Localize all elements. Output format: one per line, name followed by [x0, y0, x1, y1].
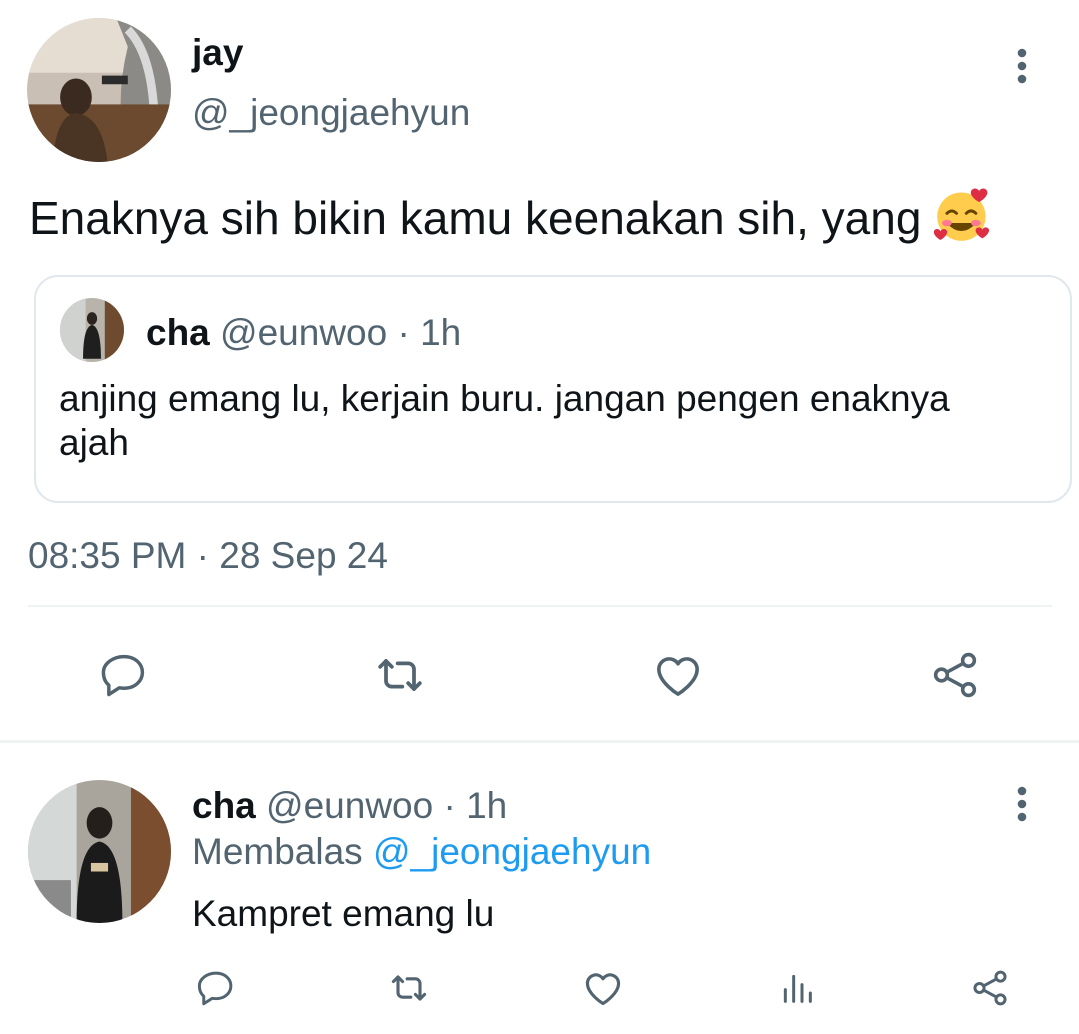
quoted-tweet-header: cha @eunwoo · 1h [146, 311, 461, 355]
quoted-tweet-text: anjing emang lu, kerjain buru. jangan pe… [59, 378, 950, 463]
reply-handle[interactable]: @eunwoo [266, 785, 433, 826]
views-icon[interactable] [774, 965, 820, 1011]
reply-author-avatar[interactable] [28, 780, 171, 923]
reply-retweet-icon[interactable] [386, 965, 432, 1011]
author-display-name[interactable]: jay [192, 30, 243, 76]
tweet-text: Enaknya sih bikin kamu keenakan sih, yan… [29, 186, 992, 248]
reply-icon[interactable] [94, 645, 154, 705]
replying-to-line: Membalas @_jeongjaehyun [192, 830, 651, 874]
reply-reply-icon[interactable] [193, 965, 239, 1011]
author-avatar[interactable] [27, 18, 171, 162]
replying-to-link[interactable]: @_jeongjaehyun [373, 831, 651, 872]
quoted-time: · 1h [397, 312, 462, 353]
like-icon[interactable] [648, 645, 708, 705]
quoted-author-avatar [60, 298, 124, 362]
section-divider [0, 740, 1079, 743]
reply-header: cha @eunwoo · 1h [192, 784, 507, 828]
reply-like-icon[interactable] [580, 965, 626, 1011]
share-icon[interactable] [925, 645, 985, 705]
reply-more-options-icon[interactable] [1002, 774, 1042, 834]
reply-text: Kampret emang lu [192, 893, 495, 934]
reply-share-icon[interactable] [967, 965, 1013, 1011]
smiling-face-with-hearts-icon [933, 186, 992, 244]
more-options-icon[interactable] [1002, 36, 1042, 96]
author-handle[interactable]: @_jeongjaehyun [192, 90, 470, 136]
reply-display-name[interactable]: cha [192, 785, 256, 826]
tweet-timestamp: 08:35 PM · 28 Sep 24 [28, 535, 388, 576]
replying-to-prefix: Membalas [192, 831, 363, 872]
reply-time: · 1h [443, 785, 508, 826]
tweet-text-body: Enaknya sih bikin kamu keenakan sih, yan… [29, 192, 922, 244]
divider [28, 605, 1052, 607]
quoted-display-name: cha [146, 312, 210, 353]
quoted-handle: @eunwoo [220, 312, 388, 353]
retweet-icon[interactable] [370, 645, 430, 705]
